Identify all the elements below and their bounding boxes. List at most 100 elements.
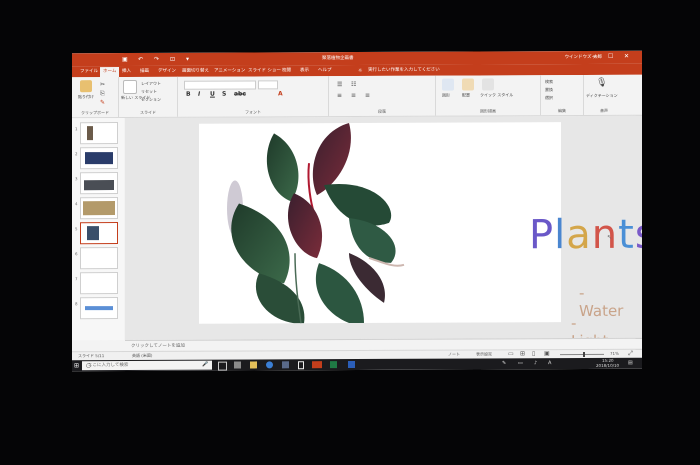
task-view-icon[interactable] (218, 361, 227, 371)
cut-icon[interactable]: ✂ (100, 81, 105, 88)
settings-app-icon[interactable] (282, 361, 289, 369)
title-letter-p: P (529, 212, 555, 259)
microphone-search-icon[interactable]: 🎤 (202, 362, 208, 368)
current-slide[interactable]: Plants -Water -Light (199, 122, 642, 350)
present-icon[interactable]: ⊡ (170, 56, 175, 63)
section-button[interactable]: セクション (141, 97, 161, 103)
maximize-button[interactable]: ☐ (608, 53, 613, 60)
font-size-select[interactable] (258, 80, 278, 90)
save-icon[interactable]: ▣ (122, 56, 128, 63)
strikethrough-icon[interactable]: abc (234, 90, 246, 97)
taskbar-search-placeholder[interactable]: ここに入力して検索 (88, 362, 128, 368)
slide-title-text[interactable]: Plants (529, 212, 642, 259)
volume-icon[interactable]: ♪ (534, 360, 537, 366)
font-color-icon[interactable]: A (278, 90, 283, 97)
tab-help[interactable]: ヘルプ (318, 67, 332, 73)
redo-icon[interactable]: ↷ (154, 56, 159, 63)
reading-view-icon[interactable]: ▯ (532, 350, 535, 357)
slide-thumbnail-8[interactable] (80, 297, 118, 320)
tab-transitions[interactable]: 画面切り替え (182, 68, 209, 74)
normal-view-icon[interactable]: ▭ (508, 350, 514, 357)
group-label-clipboard: クリップボード (81, 110, 109, 116)
notes-placeholder[interactable]: クリックしてノートを追加 (131, 343, 185, 349)
tab-slideshow[interactable]: スライド ショー (248, 67, 281, 73)
microphone-icon[interactable]: 🎙 (596, 78, 607, 88)
tab-review[interactable]: 校閲 (282, 67, 291, 73)
shadow-icon[interactable]: S (222, 91, 226, 98)
tab-view[interactable]: 表示 (300, 67, 309, 73)
tell-me-input[interactable]: 実行したい作業を入力してください (368, 67, 440, 73)
clock-date[interactable]: 2018/10/10 (596, 363, 619, 368)
phone-app-icon[interactable] (298, 361, 304, 370)
group-slides: 新しい スライド レイアウト リセット セクション スライド (119, 76, 178, 118)
tab-insert[interactable]: 挿入 (122, 68, 131, 74)
edge-icon[interactable] (266, 361, 273, 369)
powerpoint-taskbar-icon[interactable] (312, 361, 322, 369)
quick-styles-icon[interactable] (482, 78, 494, 91)
notes-toggle-button[interactable]: ノート (448, 352, 460, 358)
slide-thumbnail-4[interactable] (80, 197, 118, 220)
slideshow-icon[interactable]: ▣ (544, 350, 550, 357)
ime-indicator[interactable]: A (548, 360, 551, 366)
zoom-slider-knob[interactable] (583, 352, 585, 358)
slide-thumbnail-7[interactable] (80, 272, 118, 295)
group-label-font: フォント (245, 109, 261, 115)
close-button[interactable]: ✕ (624, 53, 629, 60)
numbering-icon[interactable]: ☷ (351, 81, 356, 88)
font-family-select[interactable] (184, 80, 256, 90)
slide-thumbnail-3[interactable] (80, 172, 118, 195)
display-settings-button[interactable]: 表示設定 (476, 351, 492, 357)
slide-thumbnail-1[interactable] (80, 122, 118, 145)
file-explorer-icon[interactable] (250, 361, 257, 369)
italic-icon[interactable]: I (198, 91, 200, 98)
format-painter-icon[interactable]: ✎ (100, 99, 105, 106)
copy-icon[interactable]: ⎘ (100, 90, 105, 98)
group-label-paragraph: 段落 (378, 108, 386, 114)
underline-icon[interactable]: U (210, 91, 215, 98)
align-right-icon[interactable]: ≡ (365, 92, 370, 99)
zoom-slider[interactable] (560, 353, 604, 356)
language-indicator[interactable]: 英語 (米国) (132, 353, 152, 359)
slide-thumbnail-2[interactable] (80, 147, 118, 170)
bullets-icon[interactable]: ☰ (337, 81, 342, 88)
store-icon[interactable] (234, 361, 241, 369)
align-left-icon[interactable]: ≡ (337, 92, 342, 99)
layout-button[interactable]: レイアウト (141, 81, 161, 87)
arrange-icon[interactable] (462, 78, 474, 91)
slide-thumbnail-5[interactable] (80, 222, 118, 245)
shapes-icon[interactable] (442, 78, 454, 91)
network-icon[interactable]: ✎ (502, 360, 506, 366)
lightbulb-icon: ☼ (358, 67, 363, 74)
tab-file[interactable]: ファイル (80, 68, 98, 74)
find-button[interactable]: 検索 (545, 79, 553, 85)
excel-taskbar-icon[interactable] (330, 361, 337, 369)
slide-sorter-icon[interactable]: ⊞ (520, 350, 525, 357)
fit-to-window-icon[interactable]: ⤢ (628, 350, 633, 358)
new-slide-icon[interactable] (123, 79, 137, 95)
tab-animations[interactable]: アニメーション (214, 67, 245, 73)
zoom-level[interactable]: 71% (610, 351, 619, 356)
tab-draw[interactable]: 描画 (140, 68, 149, 74)
reset-button[interactable]: リセット (141, 89, 157, 95)
bold-icon[interactable]: B (186, 91, 191, 98)
minimize-button[interactable]: — (592, 53, 598, 60)
paste-icon[interactable] (80, 80, 92, 93)
battery-icon[interactable]: ▭ (518, 360, 523, 366)
align-center-icon[interactable]: ≡ (351, 92, 356, 99)
customize-qat-icon[interactable]: ▾ (186, 56, 189, 63)
thumb-number: 7 (75, 276, 78, 282)
windows-start-icon[interactable]: ⊞ (74, 362, 79, 369)
slide-thumbnail-6[interactable] (80, 247, 118, 270)
notification-center-icon[interactable]: ▤ (628, 360, 633, 366)
quick-styles-label: クイック スタイル (480, 92, 514, 98)
select-button[interactable]: 選択 (545, 95, 553, 101)
mouse-cursor-icon: ↖ (607, 233, 613, 241)
dictate-label: ディクテーション (586, 92, 618, 99)
rubber-plant-image[interactable] (199, 122, 561, 324)
replace-button[interactable]: 置換 (545, 87, 553, 93)
tab-design[interactable]: デザイン (158, 68, 176, 74)
word-taskbar-icon[interactable] (348, 361, 355, 369)
thumb-number: 3 (75, 176, 78, 182)
paste-label: 貼り付け (78, 94, 94, 100)
undo-icon[interactable]: ↶ (138, 56, 143, 63)
